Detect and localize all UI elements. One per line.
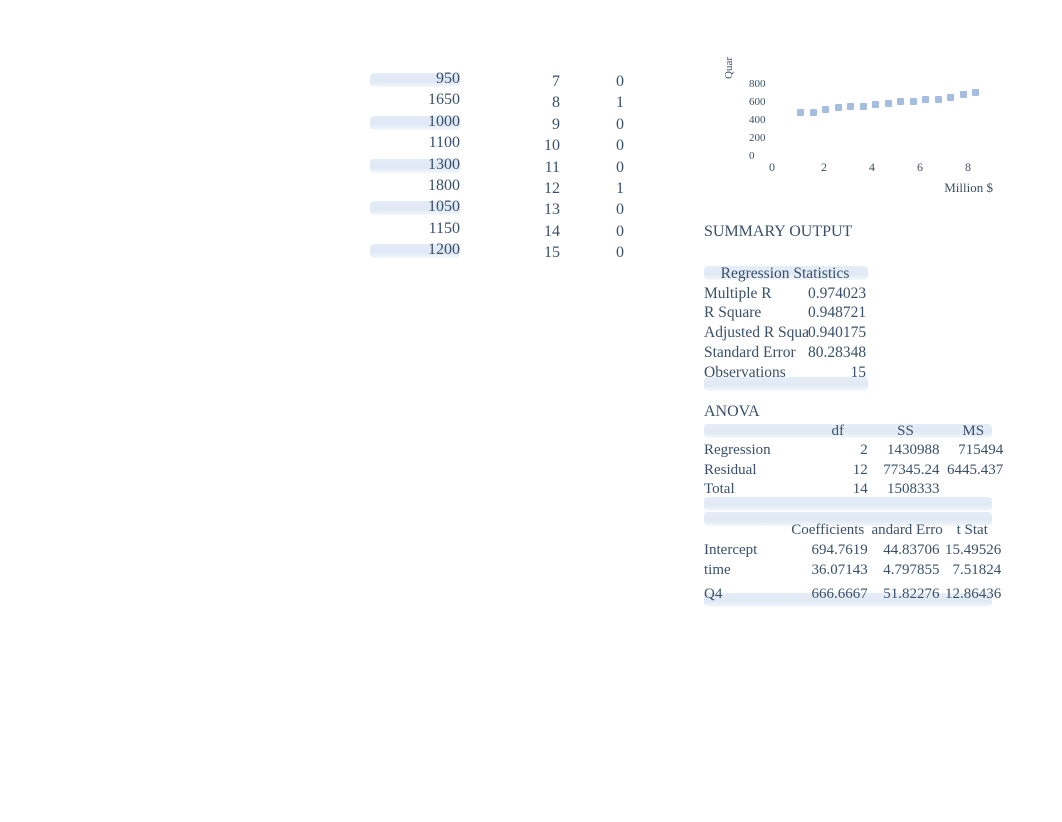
coef-header: Coefficients bbox=[788, 522, 868, 539]
cell: 0 bbox=[524, 223, 624, 244]
data-point bbox=[922, 96, 929, 103]
anova-cell: 715494 bbox=[943, 442, 1003, 459]
xtick: 2 bbox=[821, 160, 827, 175]
anova-label: Total bbox=[704, 481, 804, 498]
cell: 1050 bbox=[428, 198, 460, 215]
data-point bbox=[797, 109, 804, 116]
stat-value: 15 bbox=[808, 364, 866, 382]
page: 950 1650 1000 1100 1300 1800 1050 1150 1… bbox=[0, 0, 1062, 822]
data-point bbox=[847, 103, 854, 110]
xtick: 4 bbox=[869, 160, 875, 175]
coefficients-table: Coefficients andard Erro t Stat Intercep… bbox=[704, 522, 1001, 606]
anova-cell: 14 bbox=[808, 481, 868, 498]
coef-cell: 44.83706 bbox=[872, 542, 940, 559]
ytick: 0 bbox=[749, 150, 755, 162]
coef-label: Q4 bbox=[704, 586, 784, 603]
anova-cell: 12 bbox=[808, 462, 868, 479]
anova-cell: 77345.24 bbox=[872, 462, 940, 479]
coef-cell: 12.86436 bbox=[943, 586, 1001, 603]
anova-header: MS bbox=[943, 423, 1003, 440]
cell: 950 bbox=[436, 70, 460, 87]
xtick: 0 bbox=[769, 160, 775, 175]
anova-cell: 2 bbox=[808, 442, 868, 459]
chart-xlabel: Million $ bbox=[944, 180, 993, 196]
stat-label: Observations bbox=[704, 364, 808, 382]
cell: 0 bbox=[524, 137, 624, 158]
plot-area bbox=[775, 83, 975, 155]
data-point bbox=[935, 96, 942, 103]
stat-value: 0.948721 bbox=[808, 304, 866, 322]
cell: 0 bbox=[524, 244, 624, 265]
scatter-chart: Quar Million $ 800 600 400 200 0 0 2 4 6… bbox=[725, 65, 990, 185]
anova-header: SS bbox=[872, 423, 940, 440]
summary-output: SUMMARY OUTPUT Regression Statistics Mul… bbox=[704, 223, 866, 384]
coef-label: time bbox=[704, 562, 784, 579]
stat-label: Standard Error bbox=[704, 344, 808, 362]
cell: 1000 bbox=[428, 113, 460, 130]
ytick: 600 bbox=[749, 96, 766, 108]
data-point bbox=[947, 94, 954, 101]
stat-value: 0.974023 bbox=[808, 285, 866, 303]
coef-cell: 36.07143 bbox=[788, 562, 868, 579]
data-point bbox=[972, 89, 979, 96]
cell: 1800 bbox=[428, 177, 460, 194]
data-point bbox=[885, 100, 892, 107]
chart-ylabel: Quar bbox=[723, 57, 735, 79]
data-point bbox=[960, 91, 967, 98]
cell: 1300 bbox=[428, 156, 460, 173]
cell: 1650 bbox=[428, 91, 460, 108]
cell: 0 bbox=[524, 116, 624, 137]
ytick: 400 bbox=[749, 114, 766, 126]
data-point bbox=[860, 103, 867, 110]
coef-header: t Stat bbox=[943, 522, 1001, 539]
regstats-header: Regression Statistics bbox=[704, 265, 866, 285]
data-point bbox=[835, 104, 842, 111]
coef-cell: 51.82276 bbox=[872, 586, 940, 603]
coef-cell: 7.51824 bbox=[943, 562, 1001, 579]
data-point bbox=[822, 106, 829, 113]
cell: 1150 bbox=[429, 220, 460, 237]
coef-cell: 15.49526 bbox=[943, 542, 1001, 559]
data-point bbox=[910, 98, 917, 105]
anova-cell: 1508333 bbox=[872, 481, 940, 498]
ytick: 800 bbox=[749, 78, 766, 90]
coef-cell: 694.7619 bbox=[788, 542, 868, 559]
anova-header: df bbox=[808, 423, 868, 440]
summary-title: SUMMARY OUTPUT bbox=[704, 223, 866, 243]
stat-value: 0.940175 bbox=[808, 324, 866, 342]
cell: 1 bbox=[524, 94, 624, 115]
anova-label: Regression bbox=[704, 442, 804, 459]
cell: 1100 bbox=[429, 134, 460, 151]
anova-label: Residual bbox=[704, 462, 804, 479]
stat-value: 80.28348 bbox=[808, 344, 866, 362]
coef-cell: 666.6667 bbox=[788, 586, 868, 603]
coef-cell: 4.797855 bbox=[872, 562, 940, 579]
xtick: 8 bbox=[965, 160, 971, 175]
stat-label: Adjusted R Squa bbox=[704, 324, 808, 342]
xtick: 6 bbox=[917, 160, 923, 175]
cell: 0 bbox=[524, 73, 624, 94]
ytick: 200 bbox=[749, 132, 766, 144]
stat-label: R Square bbox=[704, 304, 808, 322]
stat-label: Multiple R bbox=[704, 285, 808, 303]
data-point bbox=[897, 98, 904, 105]
cell: 0 bbox=[524, 201, 624, 222]
data-point bbox=[872, 101, 879, 108]
data-point bbox=[810, 109, 817, 116]
cell: 0 bbox=[524, 159, 624, 180]
coef-header: andard Erro bbox=[872, 522, 940, 539]
cell: 1 bbox=[524, 180, 624, 201]
column-q4: 0 1 0 0 0 1 0 0 0 bbox=[524, 73, 624, 266]
anova-table: ANOVA df SS MS Regression 2 1430988 7154… bbox=[704, 403, 1003, 501]
coef-label: Intercept bbox=[704, 542, 784, 559]
anova-cell: 6445.437 bbox=[943, 462, 1003, 479]
anova-cell: 1430988 bbox=[872, 442, 940, 459]
column-values: 950 1650 1000 1100 1300 1800 1050 1150 1… bbox=[360, 70, 460, 263]
anova-title: ANOVA bbox=[704, 403, 1003, 423]
cell: 1200 bbox=[428, 241, 460, 258]
